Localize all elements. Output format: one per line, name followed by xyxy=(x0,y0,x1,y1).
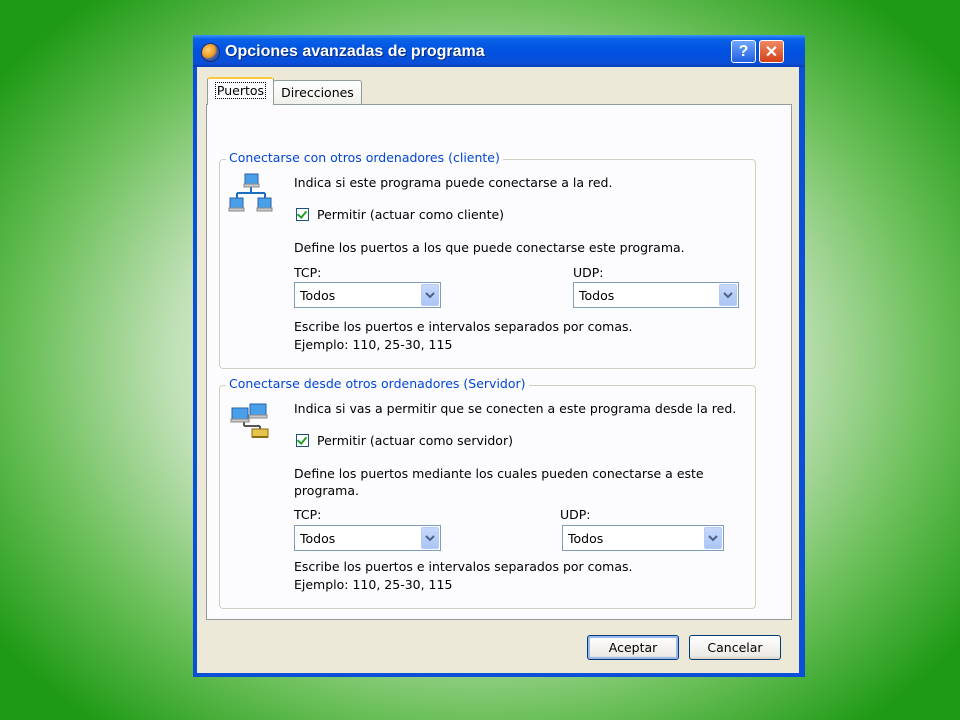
dialog-body: Puertos Direcciones Conectarse con otros… xyxy=(197,67,799,673)
server-ports-description-line1: Define los puertos mediante los cuales p… xyxy=(294,466,704,481)
server-tcp-label: TCP: xyxy=(294,507,322,522)
server-ports-description-line2: programa. xyxy=(294,483,359,498)
server-udp-select[interactable]: Todos xyxy=(562,525,724,551)
cancel-button-label: Cancelar xyxy=(707,640,763,655)
chevron-down-icon[interactable] xyxy=(719,284,737,306)
client-group-legend: Conectarse con otros ordenadores (client… xyxy=(226,150,503,165)
server-intro-text: Indica si vas a permitir que se conecten… xyxy=(294,401,737,416)
server-group-legend: Conectarse desde otros ordenadores (Serv… xyxy=(226,376,529,391)
app-icon xyxy=(201,43,220,62)
accept-button-label: Aceptar xyxy=(608,640,658,655)
client-udp-select[interactable]: Todos xyxy=(573,282,739,308)
accept-button[interactable]: Aceptar xyxy=(587,635,679,660)
server-hint-line2: Ejemplo: 110, 25-30, 115 xyxy=(294,577,453,592)
client-udp-label: UDP: xyxy=(573,265,604,280)
client-permit-checkbox[interactable] xyxy=(296,208,309,221)
help-button[interactable]: ? xyxy=(731,40,756,63)
server-hint-line1: Escribe los puertos e intervalos separad… xyxy=(294,559,633,574)
help-icon: ? xyxy=(738,42,749,60)
tab-puertos[interactable]: Puertos xyxy=(207,77,274,105)
client-tcp-value: Todos xyxy=(300,288,336,303)
cancel-button[interactable]: Cancelar xyxy=(689,635,781,660)
client-tcp-select[interactable]: Todos xyxy=(294,282,441,308)
server-permit-label[interactable]: Permitir (actuar como servidor) xyxy=(317,433,513,448)
server-permit-checkbox[interactable] xyxy=(296,434,309,447)
server-udp-label: UDP: xyxy=(560,507,591,522)
client-tcp-label: TCP: xyxy=(294,265,322,280)
server-tcp-select[interactable]: Todos xyxy=(294,525,441,551)
client-udp-value: Todos xyxy=(579,288,615,303)
tab-label: Puertos xyxy=(214,82,267,99)
chevron-down-icon[interactable] xyxy=(421,527,439,549)
dialog-window: Opciones avanzadas de programa ? ✕ Puert… xyxy=(193,35,805,677)
close-button[interactable]: ✕ xyxy=(759,40,784,63)
server-tcp-value: Todos xyxy=(300,531,336,546)
close-icon: ✕ xyxy=(764,43,779,61)
client-hint-line2: Ejemplo: 110, 25-30, 115 xyxy=(294,337,453,352)
checkmark-icon xyxy=(296,208,308,219)
title-bar[interactable]: Opciones avanzadas de programa ? ✕ xyxy=(193,35,805,67)
server-group: Conectarse desde otros ordenadores (Serv… xyxy=(219,376,756,609)
window-title: Opciones avanzadas de programa xyxy=(225,43,485,60)
chevron-down-icon[interactable] xyxy=(421,284,439,306)
server-udp-value: Todos xyxy=(568,531,604,546)
chevron-down-icon[interactable] xyxy=(704,527,722,549)
network-server-icon xyxy=(230,403,269,438)
client-group: Conectarse con otros ordenadores (client… xyxy=(219,150,756,369)
client-permit-label[interactable]: Permitir (actuar como cliente) xyxy=(317,207,504,222)
checkmark-icon xyxy=(296,434,308,445)
client-ports-description: Define los puertos a los que puede conec… xyxy=(294,240,685,255)
client-intro-text: Indica si este programa puede conectarse… xyxy=(294,175,613,190)
tab-direcciones[interactable]: Direcciones xyxy=(273,80,362,104)
network-client-icon xyxy=(228,173,273,212)
tab-label: Direcciones xyxy=(281,85,354,100)
client-hint-line1: Escribe los puertos e intervalos separad… xyxy=(294,319,633,334)
